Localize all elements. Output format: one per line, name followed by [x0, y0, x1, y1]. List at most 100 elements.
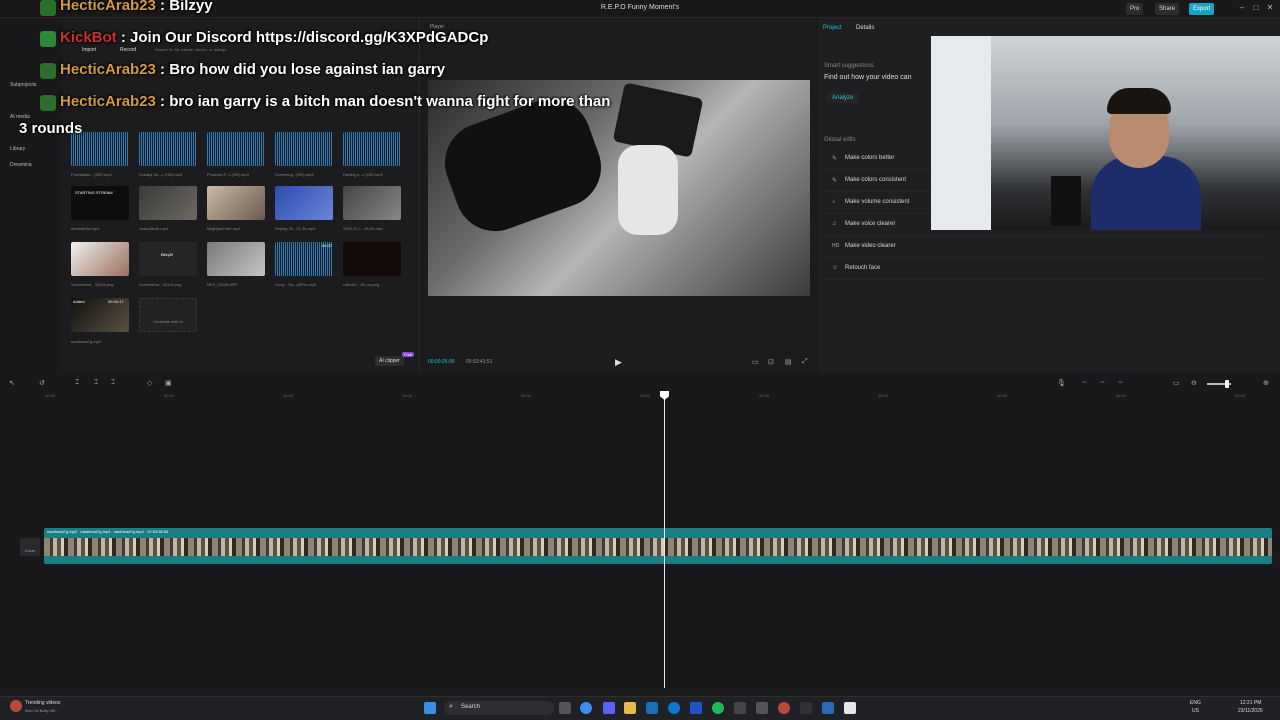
media-thumb[interactable] [207, 186, 265, 220]
chat-user: HecticArab23 [60, 0, 156, 14]
media-label: Scheming...(HD).mp3 [275, 172, 314, 177]
edge-icon[interactable] [668, 702, 680, 714]
play-icon[interactable]: ▶ [615, 357, 622, 368]
media-label: Fuchsticks... (HD).mp3 [71, 172, 112, 177]
zoom-slider-handle[interactable] [1225, 380, 1229, 388]
taskview-icon[interactable] [559, 702, 571, 714]
nav-subprojects[interactable]: Subprojects [10, 82, 36, 88]
media-thumb[interactable] [275, 186, 333, 220]
badge-icon [40, 0, 56, 16]
minimize-icon[interactable]: – [1236, 3, 1248, 15]
media-label: NFS_19245.MPF [207, 282, 238, 287]
split-left-icon[interactable]: ⌶ [94, 379, 98, 387]
fullscreen-icon[interactable]: ⤢ [802, 358, 808, 366]
voice-icon: ♫ [832, 221, 837, 227]
analyze-button[interactable]: Analyze [826, 93, 860, 103]
media-thumb[interactable] [343, 242, 401, 276]
pro-button[interactable]: Pro [1126, 3, 1144, 15]
taskbar-search-label: Search [461, 704, 481, 710]
window-shape [931, 36, 991, 230]
generate-with-ai-button[interactable]: Generate with AI [139, 298, 197, 332]
capcut-icon[interactable] [844, 702, 856, 714]
global-edits-heading: Global edits [824, 137, 856, 143]
media-thumb[interactable] [343, 132, 401, 166]
magnet-icon[interactable]: ⇔ [1099, 379, 1106, 386]
zoom-in-icon[interactable]: ⊕ [1263, 379, 1269, 387]
bag-shape [618, 145, 678, 235]
media-thumb[interactable] [139, 186, 197, 220]
ai-clipper-button[interactable]: AI clipper [375, 356, 404, 366]
undo-icon[interactable]: ↺ [39, 379, 45, 387]
video-preview[interactable] [428, 80, 810, 296]
news-title[interactable]: Trending videos [25, 700, 60, 706]
badge-icon [40, 95, 56, 111]
zoom-out-icon[interactable]: ⊖ [1191, 379, 1197, 387]
total-time: 00:53:43:51 [466, 359, 493, 365]
mic-icon[interactable]: 🎙 [1057, 379, 1066, 387]
media-thumb[interactable] [207, 242, 265, 276]
media-thumb[interactable] [343, 186, 401, 220]
discord-icon[interactable] [603, 702, 615, 714]
feature-retouch-face[interactable]: Retouch face [824, 260, 1264, 280]
split-icon[interactable]: ⌶ [75, 379, 79, 387]
app-icon[interactable] [690, 702, 702, 714]
cover-button[interactable]: Cover [20, 538, 40, 556]
media-thumb[interactable]: 00:27 [275, 242, 333, 276]
record-button[interactable]: Record [120, 47, 136, 53]
preview-icon[interactable]: ▭ [1173, 379, 1180, 387]
tick-label: 35:00 [878, 393, 889, 398]
news-icon[interactable] [10, 700, 22, 712]
media-thumb[interactable] [71, 132, 129, 166]
language[interactable]: ENG [1190, 700, 1201, 706]
shield-icon[interactable]: ◇ [147, 379, 152, 387]
share-button[interactable]: Share [1155, 3, 1180, 15]
split-right-icon[interactable]: ⌶ [111, 379, 115, 387]
palette-icon: ✎ [832, 178, 838, 184]
chat-text: Bro how did you lose against ian garry [169, 61, 446, 78]
app-icon[interactable] [778, 702, 790, 714]
media-label: Replay 20...01-36.mp4 [275, 226, 316, 231]
app-icon[interactable] [646, 702, 658, 714]
app-icon[interactable] [822, 702, 834, 714]
chat-user: HecticArab23 [60, 61, 156, 78]
wand-icon: ✎ [832, 156, 838, 162]
media-thumb[interactable] [139, 132, 197, 166]
media-thumb[interactable] [207, 132, 265, 166]
chat-user: HecticArab23 [60, 93, 156, 110]
nav-dreamina[interactable]: Dreamina [10, 162, 32, 168]
frame-icon[interactable]: ▣ [165, 379, 172, 387]
app-icon[interactable] [756, 702, 768, 714]
zoom-icon[interactable]: ⊡ [768, 358, 774, 366]
media-label: nauthead7g.mp4 [71, 339, 102, 344]
taskbar [0, 696, 1280, 720]
export-button[interactable]: Export [1189, 3, 1215, 15]
app-icon[interactable] [734, 702, 746, 714]
snap-icon[interactable]: ⇔ [1117, 379, 1124, 386]
select-icon[interactable]: ↖ [9, 379, 15, 387]
chrome-icon[interactable] [580, 702, 592, 714]
nav-library[interactable]: Library [10, 146, 25, 152]
media-thumb[interactable]: BilzyM [139, 242, 197, 276]
import-button[interactable]: Import [82, 47, 96, 53]
tab-project[interactable]: Project [823, 25, 842, 31]
chat-message: KickBot : Join Our Discord https://disco… [60, 29, 488, 46]
explorer-icon[interactable] [624, 702, 636, 714]
tick-label: 20:00 [521, 393, 532, 398]
app-icon[interactable] [800, 702, 812, 714]
windows-start-icon[interactable] [424, 702, 436, 714]
media-thumb[interactable] [275, 132, 333, 166]
spotify-icon[interactable] [712, 702, 724, 714]
clock-time[interactable]: 12:21 PM [1240, 700, 1261, 706]
media-thumb[interactable] [71, 242, 129, 276]
close-icon[interactable]: ✕ [1264, 3, 1276, 15]
quality-icon[interactable]: ▤ [785, 358, 792, 366]
search-input[interactable]: Search for file names, stories, or dialo… [155, 47, 226, 52]
feature-make-video-clearer[interactable]: Make video clearer [824, 238, 1264, 258]
maximize-icon[interactable]: □ [1250, 3, 1262, 15]
tab-details[interactable]: Details [856, 25, 874, 31]
ratio-icon[interactable]: ▭ [752, 358, 759, 366]
media-thumb[interactable]: STARTING STREAM [71, 186, 129, 220]
chat-separator: : [155, 0, 170, 14]
playhead[interactable] [664, 392, 665, 688]
link-icon[interactable]: ⇔ [1081, 379, 1088, 386]
